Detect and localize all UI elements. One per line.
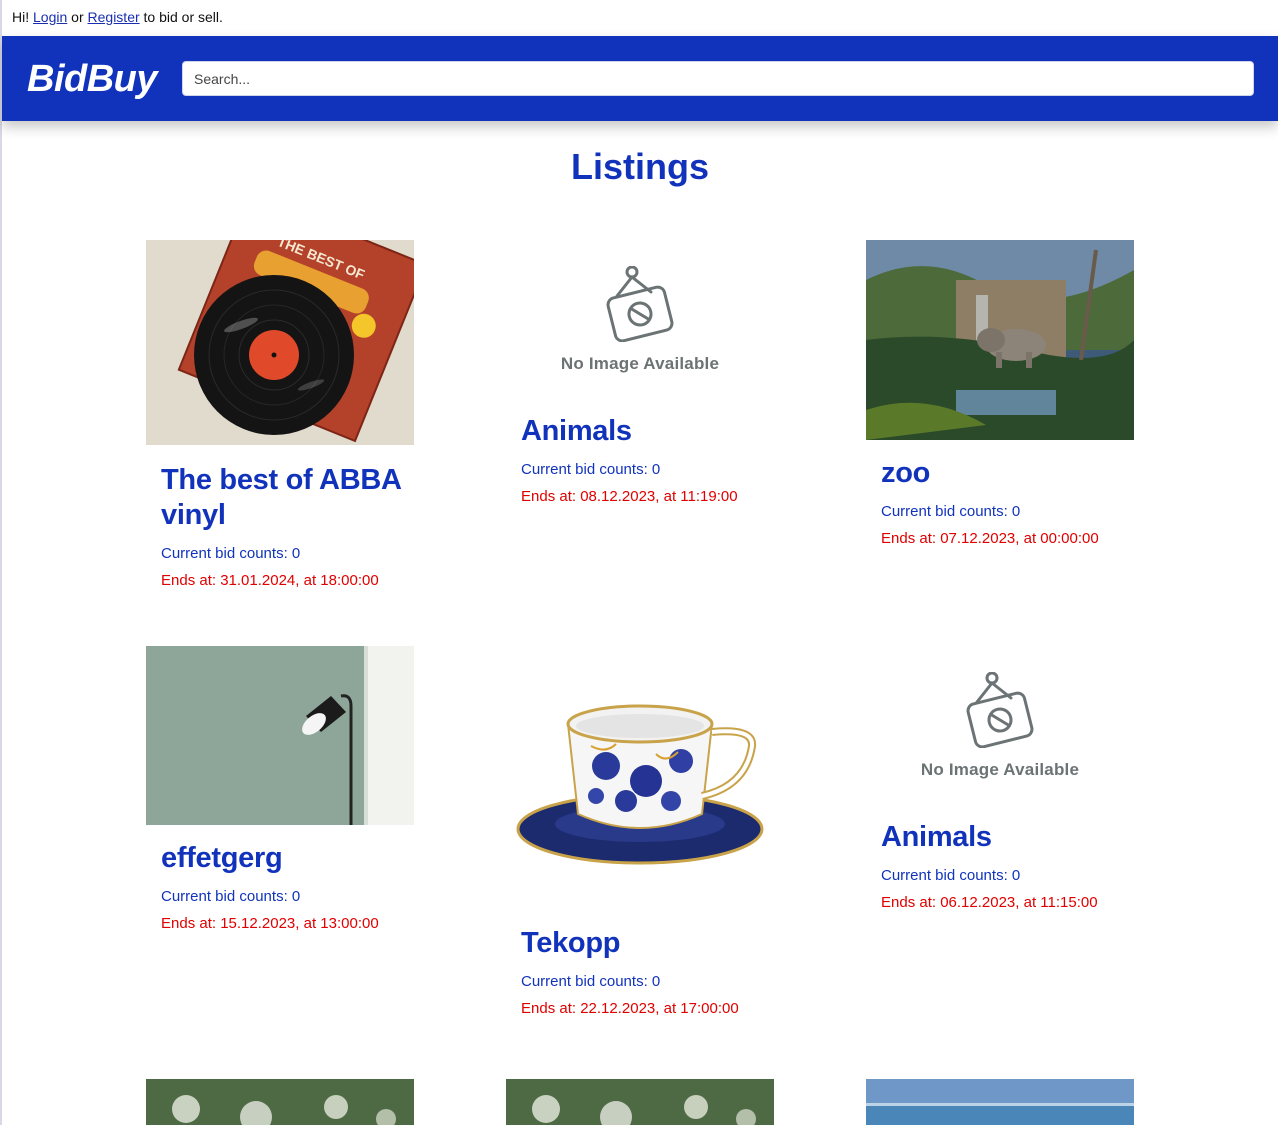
- bid-count: Current bid counts: 0: [881, 503, 1021, 520]
- listing-title[interactable]: effetgerg: [161, 841, 414, 876]
- teacup-photo: [506, 646, 774, 914]
- or-text: or: [71, 9, 84, 25]
- listing-title[interactable]: Animals: [521, 414, 774, 449]
- listing-card[interactable]: Tekopp Current bid counts: 0 Ends at: 22…: [506, 646, 774, 1017]
- search-input[interactable]: [182, 61, 1254, 96]
- bid-count: Current bid counts: 0: [881, 867, 1021, 884]
- listing-card[interactable]: zoo Current bid counts: 0 Ends at: 07.12…: [866, 240, 1134, 547]
- no-image-icon: [606, 266, 674, 342]
- listing-image[interactable]: THE BEST OF: [146, 240, 414, 445]
- login-link[interactable]: Login: [33, 9, 67, 25]
- listing-title[interactable]: The best of ABBA vinyl: [161, 463, 414, 533]
- bid-count: Current bid counts: 0: [161, 888, 301, 905]
- listing-image[interactable]: [866, 1079, 1134, 1125]
- bid-count: Current bid counts: 0: [521, 973, 661, 990]
- brand-logo[interactable]: BidBuy: [27, 58, 158, 101]
- page-title: Listings: [570, 146, 709, 187]
- end-date: Ends at: 22.12.2023, at 17:00:00: [521, 1000, 739, 1017]
- suffix-text: to bid or sell.: [143, 9, 223, 25]
- flowers-photo: [146, 1079, 414, 1125]
- bid-count: Current bid counts: 0: [161, 545, 301, 562]
- listing-card[interactable]: No Image Available Animals Current bid c…: [506, 240, 774, 505]
- auth-prompt: Hi! Login or Register to bid or sell.: [12, 9, 223, 25]
- zoo-photo: [866, 240, 1134, 440]
- sea-photo: [866, 1079, 1134, 1125]
- no-image-label: No Image Available: [920, 760, 1080, 779]
- listing-title[interactable]: zoo: [881, 456, 1134, 491]
- no-image-label: No Image Available: [560, 354, 720, 373]
- register-link[interactable]: Register: [88, 9, 140, 25]
- listing-image[interactable]: [146, 1079, 414, 1125]
- end-date: Ends at: 06.12.2023, at 11:15:00: [881, 894, 1098, 911]
- listing-title[interactable]: Tekopp: [521, 926, 774, 961]
- listing-image[interactable]: [146, 646, 414, 825]
- listing-card[interactable]: THE BEST OF The best of ABBA vinyl Curre…: [146, 240, 414, 589]
- greeting-text: Hi!: [12, 9, 30, 25]
- vinyl-photo: THE BEST OF: [146, 240, 414, 445]
- bid-count: Current bid counts: 0: [521, 461, 661, 478]
- end-date: Ends at: 08.12.2023, at 11:19:00: [521, 488, 738, 505]
- listing-image[interactable]: No Image Available: [506, 240, 774, 390]
- no-image-icon: [966, 672, 1034, 748]
- navbar: BidBuy: [2, 36, 1278, 121]
- lamp-photo: [146, 646, 414, 825]
- listing-card[interactable]: effetgerg Current bid counts: 0 Ends at:…: [146, 646, 414, 932]
- listing-card[interactable]: [146, 1079, 414, 1125]
- end-date: Ends at: 15.12.2023, at 13:00:00: [161, 915, 379, 932]
- listing-image[interactable]: [506, 1079, 774, 1125]
- listing-title[interactable]: Animals: [881, 820, 1134, 855]
- listing-image[interactable]: [506, 646, 774, 914]
- listing-card[interactable]: [506, 1079, 774, 1125]
- listing-image[interactable]: [866, 240, 1134, 440]
- flowers-photo: [506, 1079, 774, 1125]
- end-date: Ends at: 31.01.2024, at 18:00:00: [161, 572, 379, 589]
- listing-image[interactable]: No Image Available: [866, 646, 1134, 796]
- listing-card[interactable]: No Image Available Animals Current bid c…: [866, 646, 1134, 911]
- end-date: Ends at: 07.12.2023, at 00:00:00: [881, 530, 1099, 547]
- listing-card[interactable]: [866, 1079, 1134, 1125]
